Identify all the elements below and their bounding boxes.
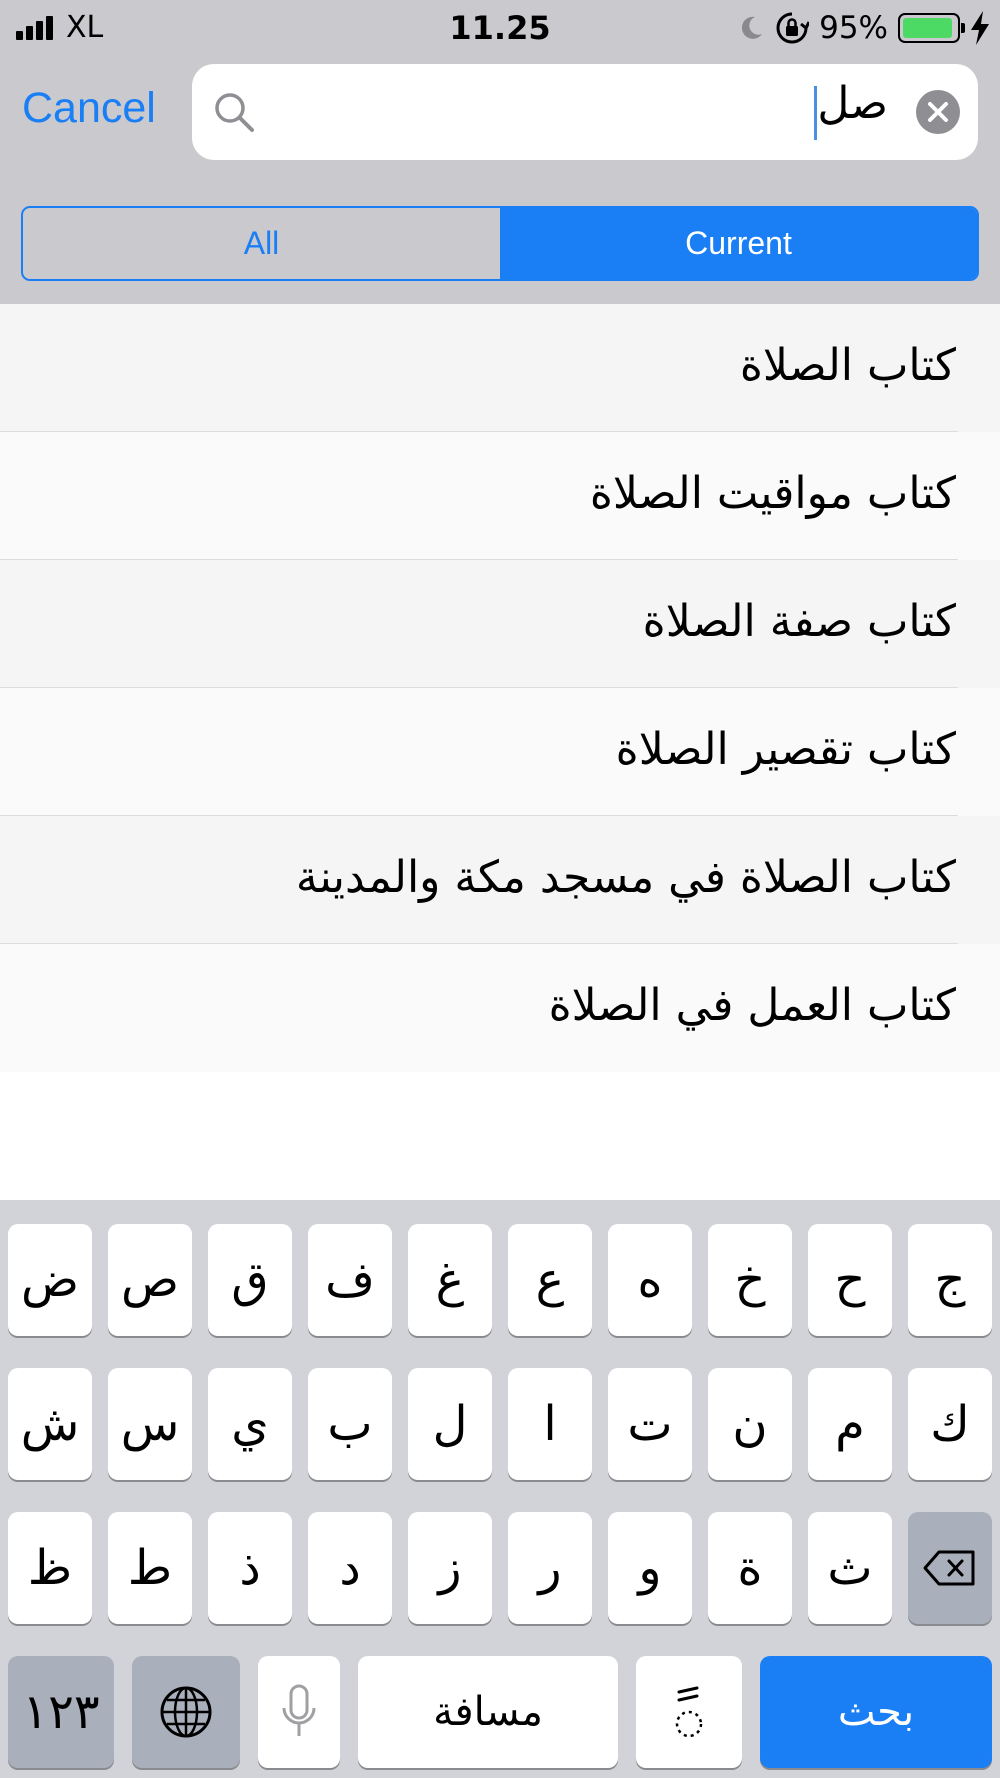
key[interactable]: ك (908, 1368, 992, 1480)
search-icon (215, 93, 254, 132)
result-row[interactable]: كتاب مواقيت الصلاة (0, 432, 1000, 560)
result-title: كتاب الصلاة في مسجد مكة والمدينة (295, 852, 956, 903)
status-right: 95% (737, 8, 990, 48)
key[interactable]: ص (108, 1224, 192, 1336)
scope-current-segment[interactable]: Current (500, 208, 977, 279)
key[interactable]: ع (508, 1224, 592, 1336)
search-results-list: كتاب الصلاة كتاب مواقيت الصلاة كتاب صفة … (0, 304, 1000, 1072)
result-title: كتاب تقصير الصلاة (615, 724, 956, 775)
battery-icon (898, 13, 965, 43)
key[interactable]: ر (508, 1512, 592, 1624)
battery-percent: 95% (819, 10, 888, 46)
scope-segmented-control: All Current (21, 206, 979, 281)
key[interactable]: ط (108, 1512, 192, 1624)
moon-icon (742, 16, 763, 39)
status-bar: XL 11.25 95% (0, 0, 1000, 56)
key[interactable]: ي (208, 1368, 292, 1480)
key[interactable]: م (808, 1368, 892, 1480)
charging-icon (971, 11, 989, 45)
key[interactable]: و (608, 1512, 692, 1624)
rotation-lock-icon (776, 12, 810, 44)
key[interactable]: خ (708, 1224, 792, 1336)
search-field[interactable]: صل (192, 64, 978, 160)
key[interactable]: ج (908, 1224, 992, 1336)
key[interactable]: ق (208, 1224, 292, 1336)
key[interactable]: ذ (208, 1512, 292, 1624)
key[interactable]: ت (608, 1368, 692, 1480)
result-row[interactable]: كتاب الصلاة في مسجد مكة والمدينة (0, 816, 1000, 944)
key[interactable]: س (108, 1368, 192, 1480)
search-key[interactable]: بحث (760, 1656, 992, 1768)
key[interactable]: ة (708, 1512, 792, 1624)
globe-key[interactable] (132, 1656, 240, 1768)
key[interactable]: ظ (8, 1512, 92, 1624)
key[interactable]: ا (508, 1368, 592, 1480)
key[interactable]: د (308, 1512, 392, 1624)
result-row[interactable]: كتاب صفة الصلاة (0, 560, 1000, 688)
key[interactable]: ل (408, 1368, 492, 1480)
microphone-icon (282, 1684, 316, 1736)
tanween-key[interactable]: ً (636, 1656, 742, 1768)
key[interactable]: ش (8, 1368, 92, 1480)
numbers-key[interactable]: ١٢٣ (8, 1656, 114, 1768)
search-input[interactable]: صل (817, 78, 888, 129)
result-title: كتاب صفة الصلاة (642, 596, 956, 647)
clear-button[interactable] (916, 90, 960, 134)
scope-all-segment[interactable]: All (23, 208, 500, 279)
arabic-keyboard: ض ص ق ف غ ع ه خ ح ج ش س ي ب ل ا ت ن م ك … (0, 1200, 1000, 1778)
backspace-key[interactable] (908, 1512, 992, 1624)
result-title: كتاب الصلاة (739, 340, 956, 391)
key[interactable]: ن (708, 1368, 792, 1480)
dictation-key[interactable] (258, 1656, 340, 1768)
result-title: كتاب مواقيت الصلاة (589, 468, 956, 519)
result-title: كتاب العمل في الصلاة (548, 980, 956, 1031)
clear-icon (928, 102, 948, 122)
key[interactable]: غ (408, 1224, 492, 1336)
backspace-icon (923, 1550, 975, 1586)
key[interactable]: ز (408, 1512, 492, 1624)
result-row[interactable]: كتاب الصلاة (0, 304, 1000, 432)
globe-icon (160, 1686, 212, 1738)
key[interactable]: ب (308, 1368, 392, 1480)
key[interactable]: ض (8, 1224, 92, 1336)
cancel-button[interactable]: Cancel (22, 84, 156, 133)
result-row[interactable]: كتاب العمل في الصلاة (0, 944, 1000, 1072)
key[interactable]: ه (608, 1224, 692, 1336)
search-header: XL 11.25 95% Cancel صل All Current (0, 0, 1000, 304)
space-key[interactable]: مسافة (358, 1656, 618, 1768)
tanween-icon (675, 1686, 703, 1738)
result-row[interactable]: كتاب تقصير الصلاة (0, 688, 1000, 816)
key[interactable]: ح (808, 1224, 892, 1336)
key[interactable]: ث (808, 1512, 892, 1624)
key[interactable]: ف (308, 1224, 392, 1336)
